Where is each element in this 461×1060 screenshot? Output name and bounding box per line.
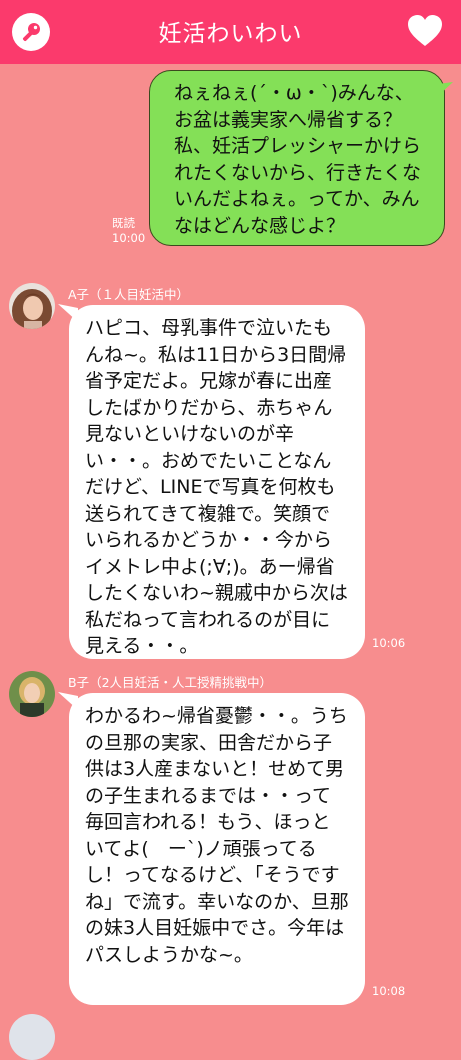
page-title: 妊活わいわい bbox=[158, 21, 303, 47]
bubble-tail bbox=[438, 82, 453, 96]
message-bubble-outgoing: ねぇねぇ(´・ω・`)みんな、お盆は義実家へ帰省する？私、妊活プレッシャーかけら… bbox=[149, 70, 445, 246]
message-time: 10:06 bbox=[372, 636, 406, 650]
message-bubble-incoming: わかるわ~帰省憂鬱・・。うちの旦那の実家、田舎だから子供は3人産まないと！せめて… bbox=[69, 693, 365, 1005]
message-bubble-incoming: ハピコ、母乳事件で泣いたもんね~。私は11日から3日間帰省予定だよ。兄嫁が春に出… bbox=[69, 305, 365, 659]
app-header: 妊活わいわい bbox=[0, 0, 461, 64]
sender-name: B子（2人目妊活・人工授精挑戦中） bbox=[68, 675, 273, 690]
sender-name: A子（１人目妊活中） bbox=[68, 287, 190, 302]
message-time: 10:08 bbox=[372, 984, 406, 998]
avatar[interactable] bbox=[9, 1014, 55, 1060]
read-receipt: 既読 bbox=[112, 216, 135, 230]
avatar[interactable] bbox=[9, 283, 55, 329]
avatar-b-image bbox=[9, 671, 55, 717]
avatar-a-image bbox=[9, 283, 55, 329]
heart-icon[interactable] bbox=[407, 14, 443, 48]
message-meta: 既読 10:00 bbox=[112, 216, 145, 246]
message-time: 10:00 bbox=[112, 231, 146, 245]
avatar[interactable] bbox=[9, 671, 55, 717]
